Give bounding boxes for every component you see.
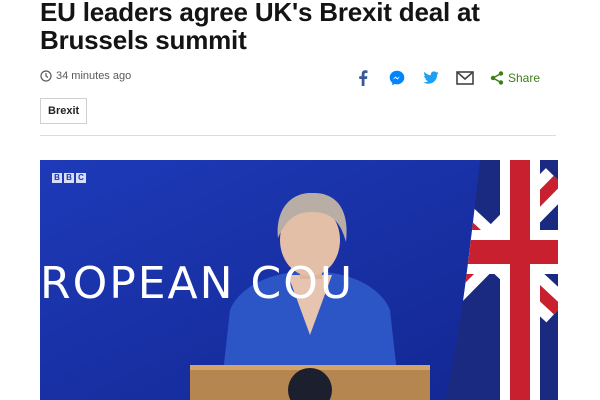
video-backdrop-text: ROPEAN COU [40,258,355,309]
messenger-icon [389,70,405,86]
twitter-share-button[interactable] [420,68,442,88]
divider [40,135,556,136]
facebook-icon [359,70,368,86]
video-player[interactable]: B B C ROPEAN COU [40,160,558,400]
email-icon [456,71,474,85]
clock-icon [40,70,52,82]
bbc-logo: B B C [52,173,86,183]
article-timestamp: 34 minutes ago [56,70,132,82]
bbc-logo-letter: C [76,173,86,183]
lectern [190,365,430,400]
twitter-icon [423,71,439,84]
topic-tag-brexit[interactable]: Brexit [40,98,88,124]
email-share-button[interactable] [454,68,476,88]
facebook-share-button[interactable] [352,68,374,88]
share-icon [490,71,504,85]
bbc-logo-letter: B [52,173,62,183]
messenger-share-button[interactable] [386,68,408,88]
article-headline: EU leaders agree UK's Brexit deal at Bru… [40,0,480,55]
share-toolbar: Share [352,68,540,88]
bbc-logo-letter: B [64,173,74,183]
share-button[interactable]: Share [490,71,540,85]
share-label: Share [508,71,541,85]
article-meta: 34 minutes ago [40,70,131,82]
